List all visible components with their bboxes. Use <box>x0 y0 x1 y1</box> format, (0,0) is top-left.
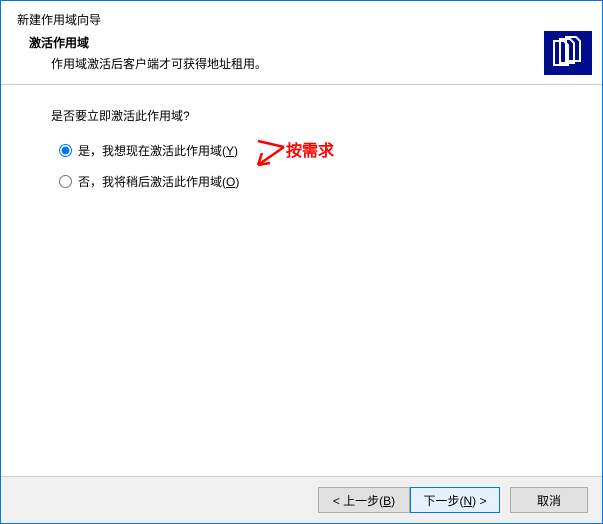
radio-no-label: 否，我将稍后激活此作用域(O) <box>78 173 239 190</box>
wizard-content: 是否要立即激活此作用域? 是，我想现在激活此作用域(Y) 否，我将稍后激活此作用… <box>1 85 602 476</box>
radio-yes-label: 是，我想现在激活此作用域(Y) <box>78 142 238 159</box>
header-subtitle: 激活作用域 <box>17 34 586 51</box>
activation-question: 是否要立即激活此作用域? <box>51 107 578 124</box>
next-button[interactable]: 下一步(N) > <box>410 487 500 513</box>
radio-option-no[interactable]: 否，我将稍后激活此作用域(O) <box>59 173 578 190</box>
cancel-button[interactable]: 取消 <box>510 487 588 513</box>
activation-radio-group: 是，我想现在激活此作用域(Y) 否，我将稍后激活此作用域(O) <box>51 142 578 190</box>
wizard-header: 新建作用域向导 激活作用域 作用域激活后客户端才可获得地址租用。 <box>1 1 602 85</box>
header-description: 作用域激活后客户端才可获得地址租用。 <box>17 55 586 72</box>
back-button[interactable]: < 上一步(B) <box>318 487 410 513</box>
radio-option-yes[interactable]: 是，我想现在激活此作用域(Y) <box>59 142 578 159</box>
scope-documents-icon <box>544 31 592 75</box>
window-title: 新建作用域向导 <box>17 11 586 28</box>
wizard-window: 新建作用域向导 激活作用域 作用域激活后客户端才可获得地址租用。 是否要立即激活… <box>0 0 603 524</box>
wizard-footer: < 上一步(B) 下一步(N) > 取消 <box>1 476 602 523</box>
radio-no-input[interactable] <box>59 175 72 188</box>
radio-yes-input[interactable] <box>59 144 72 157</box>
nav-button-group: < 上一步(B) 下一步(N) > <box>318 487 500 513</box>
